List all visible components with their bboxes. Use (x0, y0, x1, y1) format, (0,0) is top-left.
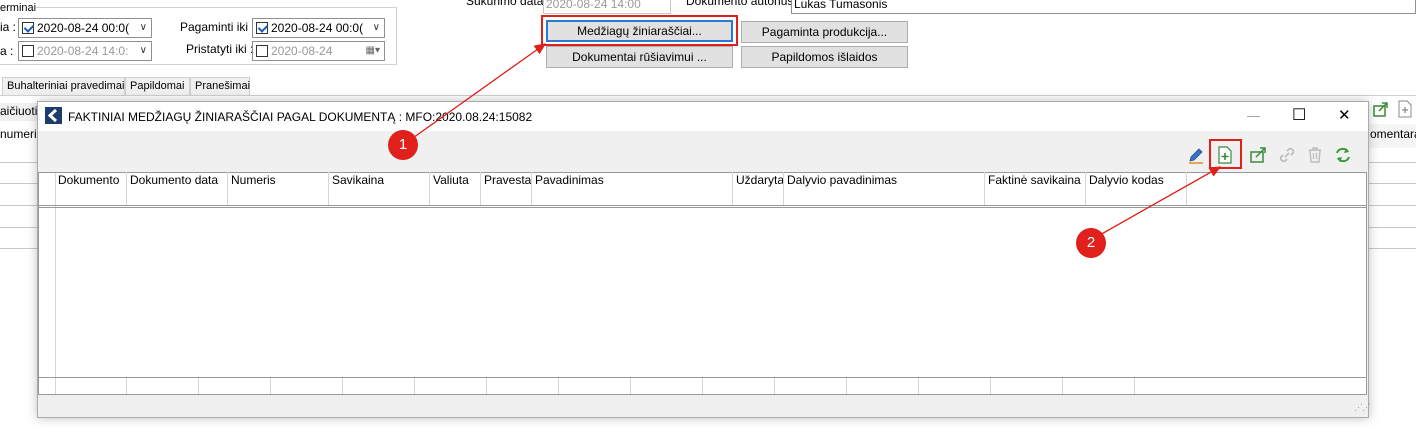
annotation-marker-2-label: 2 (1086, 234, 1096, 251)
annotation-marker-1-label: 1 (398, 136, 408, 153)
annotation-arrows (409, 43, 1222, 237)
annotation-marker-1: 1 (388, 130, 418, 160)
annotation-marker-2: 2 (1076, 228, 1106, 258)
